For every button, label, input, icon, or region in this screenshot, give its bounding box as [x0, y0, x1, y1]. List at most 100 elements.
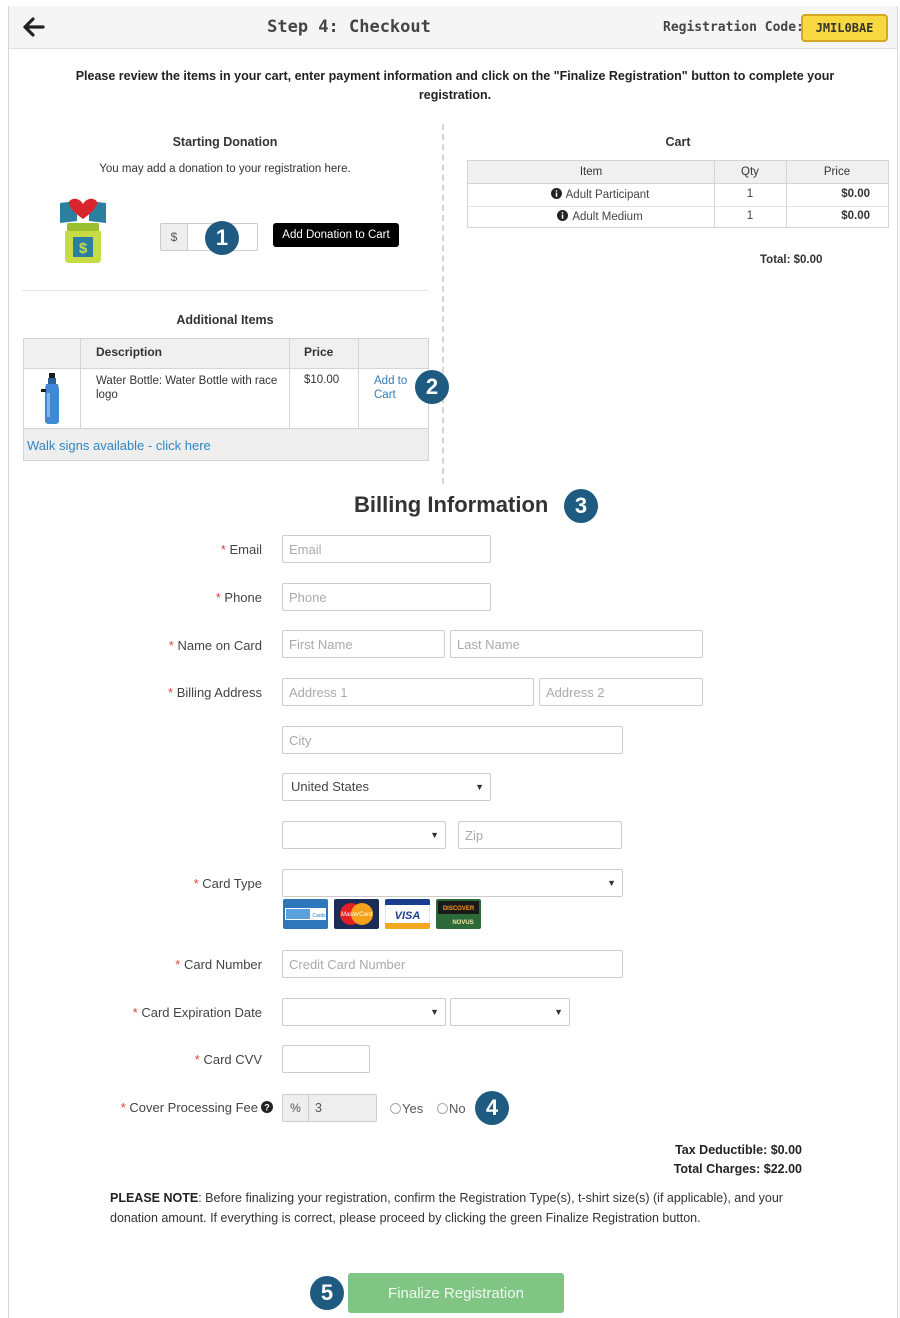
- zip-field[interactable]: [458, 821, 622, 849]
- fee-yes-label: Yes: [402, 1101, 424, 1116]
- cart-item-price: $0.00: [841, 188, 870, 200]
- item-description: Water Bottle: Water Bottle with race log…: [96, 375, 278, 401]
- card-cvv-field[interactable]: [282, 1045, 370, 1073]
- email-field[interactable]: [282, 535, 491, 563]
- additional-items-title: Additional Items: [176, 313, 274, 327]
- dropdown-arrow-icon: ▼: [430, 830, 439, 840]
- step-badge-5: 5: [310, 1276, 344, 1310]
- discover-card-icon: DISCOVER NOVUS: [436, 899, 481, 929]
- cart-item-cell: Adult Medium: [468, 210, 732, 223]
- required-marker: *: [194, 1052, 200, 1067]
- step-badge-3: 3: [564, 489, 598, 523]
- label-text: Cover Processing Fee: [129, 1100, 258, 1115]
- country-select[interactable]: United States ▼: [282, 773, 491, 801]
- fee-no-radio[interactable]: [437, 1103, 448, 1114]
- billing-title: Billing Information: [354, 492, 549, 517]
- svg-text:$: $: [79, 240, 88, 257]
- column-line: [358, 339, 359, 428]
- dropdown-arrow-icon: ▼: [430, 1007, 439, 1017]
- name-on-card-label: * Name on Card: [169, 638, 262, 653]
- card-type-label: * Card Type: [194, 876, 262, 891]
- fee-yes-radio[interactable]: [390, 1103, 401, 1114]
- walk-signs-link[interactable]: Walk signs available - click here: [27, 438, 211, 453]
- svg-text:DISCOVER: DISCOVER: [443, 906, 475, 912]
- svg-text:VISA: VISA: [395, 910, 421, 922]
- label-text: Phone: [224, 590, 262, 605]
- currency-addon: $: [161, 224, 188, 250]
- table-row: Adult Medium 1 $0.00: [468, 206, 888, 228]
- address2-field[interactable]: [539, 678, 703, 706]
- section-divider: [22, 290, 428, 291]
- cart-item-price: $0.00: [841, 210, 870, 222]
- donation-jar-icon: $: [60, 198, 106, 263]
- item-price: $10.00: [304, 374, 340, 386]
- cover-fee-label: * Cover Processing Fee?: [121, 1100, 273, 1115]
- visa-card-icon: VISA: [385, 899, 430, 929]
- svg-text:NOVUS: NOVUS: [452, 920, 473, 926]
- first-name-field[interactable]: [282, 630, 445, 658]
- last-name-field[interactable]: [450, 630, 703, 658]
- cart-total: Total: $0.00: [760, 254, 823, 266]
- note-body: : Before finalizing your registration, c…: [110, 1191, 783, 1225]
- water-bottle-icon: [41, 373, 59, 424]
- fee-no-option[interactable]: No: [437, 1101, 466, 1116]
- billing-address-label: * Billing Address: [168, 685, 262, 700]
- email-label: * Email: [221, 542, 262, 557]
- required-marker: *: [175, 957, 181, 972]
- state-select[interactable]: ▼: [282, 821, 446, 849]
- registration-code-label: Registration Code:: [663, 20, 804, 35]
- required-marker: *: [168, 638, 174, 653]
- dropdown-arrow-icon: ▼: [475, 782, 484, 792]
- column-header-price: Price: [823, 166, 851, 178]
- column-header-price: Price: [304, 345, 334, 359]
- svg-text:MasterCard: MasterCard: [341, 912, 373, 918]
- total-charges-text: Total Charges: $22.00: [673, 1162, 802, 1176]
- address1-field[interactable]: [282, 678, 534, 706]
- card-cvv-label: * Card CVV: [195, 1052, 262, 1067]
- info-icon[interactable]: [550, 188, 562, 199]
- city-field[interactable]: [282, 726, 623, 754]
- registration-code-badge: JMIL0BAE: [801, 14, 888, 42]
- card-type-select[interactable]: ▼: [282, 869, 623, 897]
- card-expiration-label: * Card Expiration Date: [133, 1005, 262, 1020]
- add-to-cart-link[interactable]: Add to Cart: [374, 374, 420, 402]
- country-value: United States: [291, 779, 370, 794]
- column-line: [289, 339, 290, 428]
- expiration-month-select[interactable]: ▼: [282, 998, 446, 1026]
- note-prefix: PLEASE NOTE: [110, 1191, 199, 1205]
- svg-text:?: ?: [264, 1102, 270, 1112]
- label-text: Card Number: [183, 957, 262, 972]
- amex-card-icon: Cards: [283, 899, 328, 929]
- instructions-text: Please review the items in your cart, en…: [75, 69, 835, 102]
- label-text: Name on Card: [177, 638, 262, 653]
- add-donation-button[interactable]: Add Donation to Cart: [273, 223, 399, 247]
- cart-item-cell: Adult Participant: [468, 188, 732, 201]
- column-header-qty: Qty: [741, 166, 759, 178]
- dropdown-arrow-icon: ▼: [607, 878, 616, 888]
- processing-fee-value: 3: [315, 1101, 322, 1115]
- label-text: Email: [229, 542, 262, 557]
- info-icon[interactable]: [557, 210, 569, 221]
- finalize-registration-button[interactable]: Finalize Registration: [348, 1273, 564, 1313]
- processing-fee-group: % 3: [282, 1094, 377, 1122]
- phone-label: * Phone: [216, 590, 262, 605]
- step-badge-4: 4: [475, 1091, 509, 1125]
- required-marker: *: [220, 542, 226, 557]
- cart-title: Cart: [665, 135, 691, 149]
- card-number-field[interactable]: [282, 950, 623, 978]
- column-line: [80, 339, 81, 428]
- help-icon[interactable]: ?: [261, 1101, 273, 1113]
- required-marker: *: [120, 1100, 126, 1115]
- expiration-year-select[interactable]: ▼: [450, 998, 570, 1026]
- cart-table: Item Qty Price Adult Participant 1 $0.00…: [467, 160, 889, 228]
- cart-item-qty: 1: [746, 210, 754, 222]
- column-header-description: Description: [96, 345, 163, 359]
- mastercard-icon: MasterCard: [334, 899, 379, 929]
- phone-field[interactable]: [282, 583, 491, 611]
- required-marker: *: [215, 590, 221, 605]
- additional-items-table: Description Price Water Bottle: Water Bo…: [23, 338, 429, 461]
- step-badge-2: 2: [415, 370, 449, 404]
- required-marker: *: [132, 1005, 138, 1020]
- table-header: [24, 339, 428, 369]
- fee-yes-option[interactable]: Yes: [390, 1101, 423, 1116]
